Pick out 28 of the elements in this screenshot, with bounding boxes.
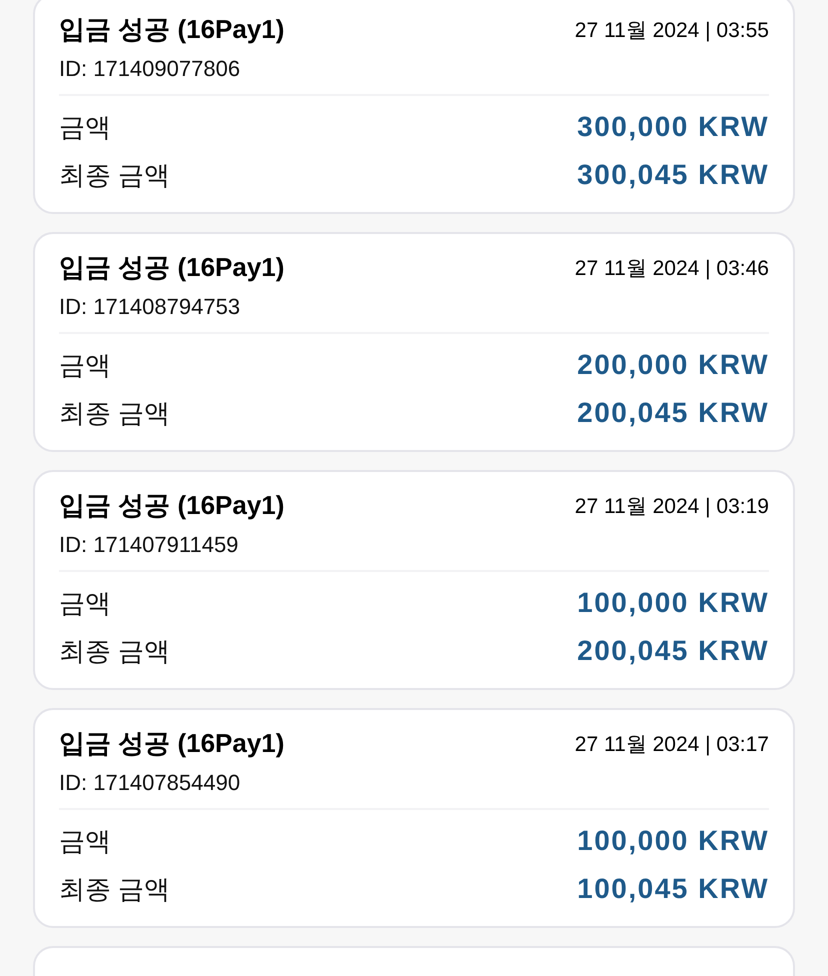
amount-value: 200,045 KRW	[577, 634, 769, 668]
amount-value: 300,045 KRW	[577, 158, 769, 192]
transaction-id: ID: 171407911459	[59, 531, 238, 559]
amount-label: 금액	[59, 586, 111, 620]
transaction-title: 입금 성공 (16Pay1)	[59, 251, 284, 284]
transaction-id: ID: 171407854490	[59, 769, 240, 797]
transaction-datetime: 27 11월 2024 | 03:17	[574, 732, 769, 758]
transaction-title: 입금 성공 (16Pay1)	[59, 489, 284, 522]
amount-label: 최종 금액	[59, 872, 170, 906]
transaction-id: ID: 171408794753	[59, 293, 240, 321]
transaction-title: 입금 성공 (16Pay1)	[59, 13, 284, 46]
transaction-datetime: 27 11월 2024 | 03:55	[574, 18, 769, 44]
amount-value: 200,000 KRW	[577, 348, 769, 382]
amount-label: 최종 금액	[59, 634, 170, 668]
amount-value: 100,045 KRW	[577, 872, 769, 906]
amount-value: 200,045 KRW	[577, 396, 769, 430]
amount-value: 100,000 KRW	[577, 586, 769, 620]
amount-label: 금액	[59, 110, 111, 144]
amount-label: 금액	[59, 824, 111, 858]
amount-label: 금액	[59, 348, 111, 382]
amount-value: 300,000 KRW	[577, 110, 769, 144]
transaction-title: 입금 성공 (16Pay1)	[59, 727, 284, 760]
amount-label: 최종 금액	[59, 158, 170, 192]
transaction-datetime: 27 11월 2024 | 03:19	[574, 494, 769, 520]
transaction-datetime: 27 11월 2024 | 03:46	[574, 256, 769, 282]
transaction-id: ID: 171409077806	[59, 55, 240, 83]
amount-value: 100,000 KRW	[577, 824, 769, 858]
amount-label: 최종 금액	[59, 396, 170, 430]
